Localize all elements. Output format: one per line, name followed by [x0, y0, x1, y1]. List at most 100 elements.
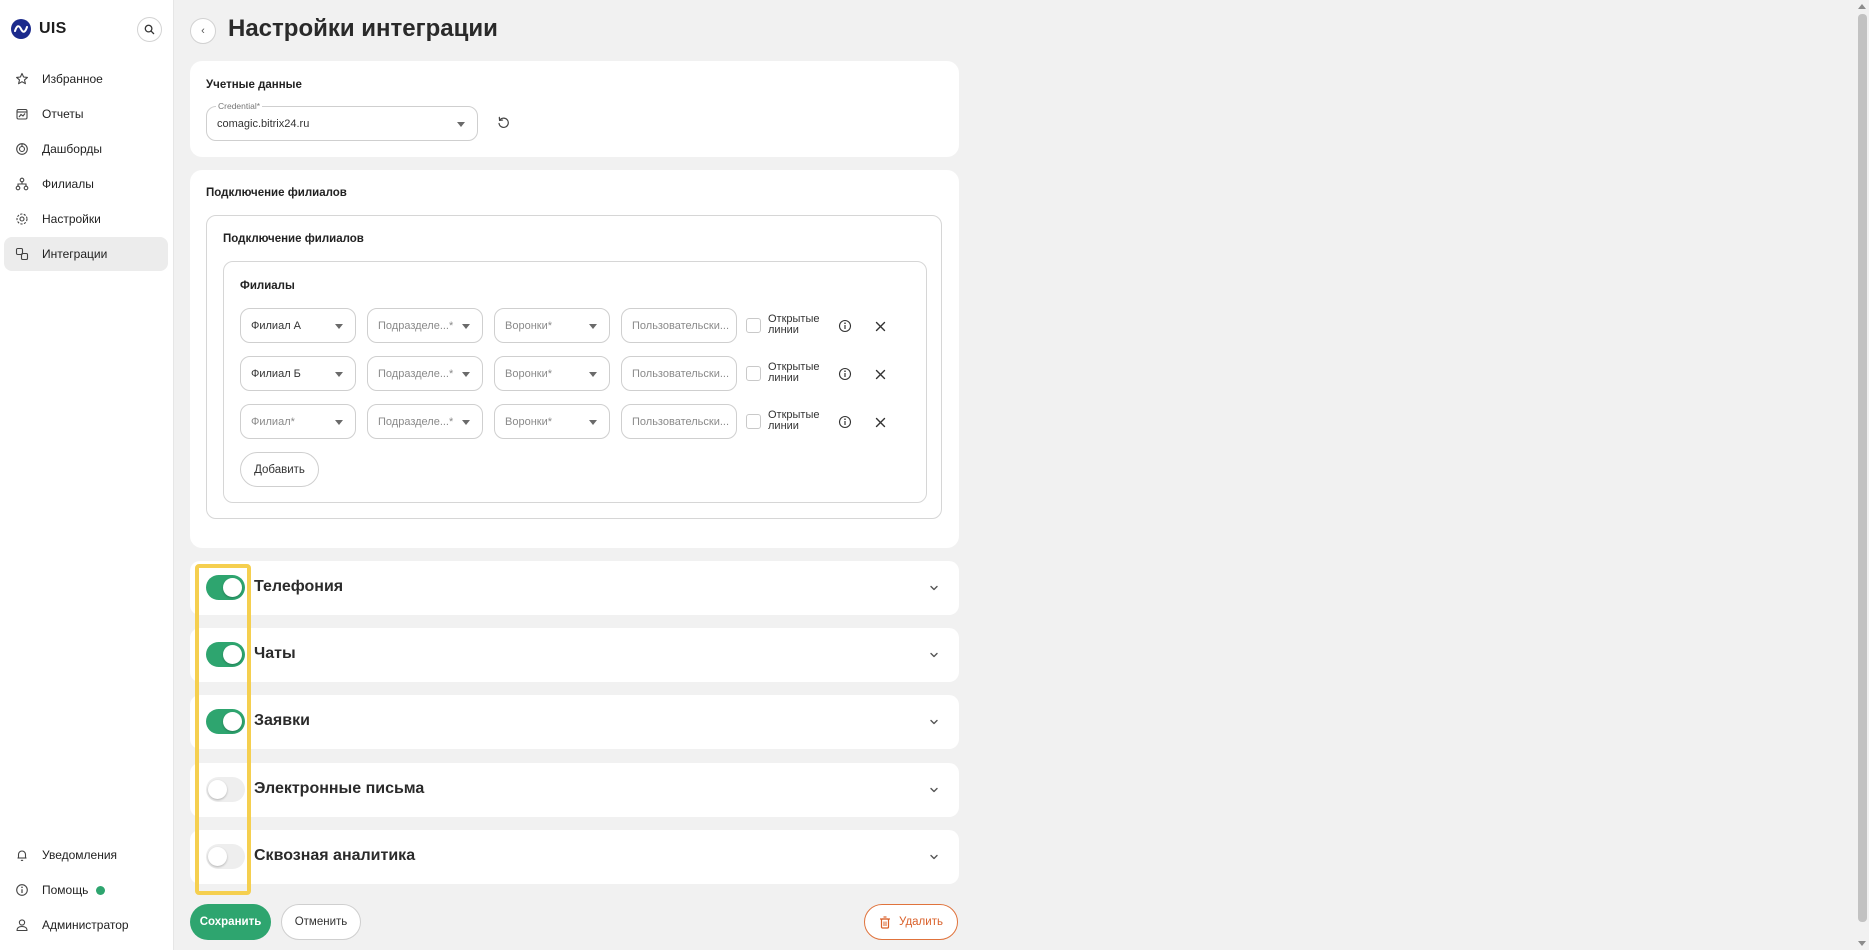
cancel-button[interactable]: Отменить — [281, 904, 361, 940]
branch-select[interactable]: Филиал Б — [240, 356, 356, 391]
info-icon — [838, 415, 852, 429]
branch-select[interactable]: Филиал А — [240, 308, 356, 343]
credential-value: comagic.bitrix24.ru — [217, 117, 310, 130]
sidebar-item-settings[interactable]: Настройки — [4, 202, 168, 236]
branch-select-value: Филиал Б — [251, 367, 301, 380]
page-scrollbar[interactable] — [1856, 0, 1869, 950]
open-lines-checkbox[interactable] — [746, 366, 761, 381]
chevron-down-icon — [335, 372, 343, 377]
scroll-up-arrow-icon[interactable] — [1858, 4, 1866, 9]
users-select[interactable]: Пользовательски... — [621, 404, 737, 439]
branches-group-title: Филиалы — [240, 280, 295, 292]
branches-group: Филиалы Филиал А Подразделе...* Воронки*… — [223, 261, 927, 503]
scroll-down-arrow-icon[interactable] — [1858, 941, 1866, 946]
chevron-down-icon — [589, 372, 597, 377]
info-button[interactable] — [837, 414, 853, 430]
remove-row-button[interactable] — [872, 414, 888, 430]
funnels-select[interactable]: Воронки* — [494, 356, 610, 391]
star-icon — [14, 71, 30, 87]
remove-row-button[interactable] — [872, 366, 888, 382]
info-button[interactable] — [837, 318, 853, 334]
sidebar-item-help[interactable]: Помощь — [4, 873, 168, 907]
search-icon — [144, 24, 155, 35]
refresh-icon — [497, 116, 509, 128]
toggles-highlight — [195, 564, 251, 895]
section-label: Телефония — [254, 578, 344, 595]
sidebar-item-label: Филиалы — [42, 177, 94, 191]
save-button[interactable]: Сохранить — [190, 904, 271, 940]
funnels-select-value: Воронки* — [505, 367, 553, 380]
info-button[interactable] — [837, 366, 853, 382]
funnels-select[interactable]: Воронки* — [494, 404, 610, 439]
bell-icon — [14, 847, 30, 863]
section-label: Сквозная аналитика — [254, 847, 416, 864]
section-label: Электронные письма — [254, 780, 425, 797]
chevron-down-icon[interactable] — [929, 717, 939, 727]
logo-icon — [11, 19, 31, 39]
close-icon — [875, 369, 885, 379]
users-select[interactable]: Пользовательски... — [621, 356, 737, 391]
sidebar-item-branches[interactable]: Филиалы — [4, 167, 168, 201]
credential-field-label: Credential* — [216, 101, 263, 111]
remove-row-button[interactable] — [872, 318, 888, 334]
section-requests[interactable]: Заявки — [190, 695, 959, 749]
back-button[interactable]: ‹ — [190, 18, 216, 44]
refresh-button[interactable] — [495, 114, 511, 130]
sidebar-item-favorites[interactable]: Избранное — [4, 62, 168, 96]
section-label: Заявки — [254, 712, 310, 729]
chevron-down-icon[interactable] — [929, 852, 939, 862]
gear-icon — [14, 211, 30, 227]
users-select[interactable]: Пользовательски... — [621, 308, 737, 343]
open-lines-checkbox[interactable] — [746, 414, 761, 429]
delete-button[interactable]: Удалить — [864, 904, 958, 940]
division-select[interactable]: Подразделе...* — [367, 404, 483, 439]
division-select-value: Подразделе...* — [378, 367, 454, 380]
users-select-value: Пользовательски... — [632, 415, 730, 428]
branch-select-value: Филиал А — [251, 319, 301, 332]
branch-select[interactable]: Филиал* — [240, 404, 356, 439]
chevron-down-icon — [462, 372, 470, 377]
users-select-value: Пользовательски... — [632, 367, 730, 380]
add-branch-button[interactable]: Добавить — [240, 452, 319, 487]
dashboard-icon — [14, 141, 30, 157]
credentials-card: Учетные данные Credential* comagic.bitri… — [190, 61, 959, 157]
section-telephony[interactable]: Телефония — [190, 561, 959, 615]
sidebar-item-label: Интеграции — [42, 247, 108, 261]
sidebar-item-reports[interactable]: Отчеты — [4, 97, 168, 131]
open-lines-checkbox[interactable] — [746, 318, 761, 333]
open-lines-label: Открытые линии — [768, 361, 820, 384]
credential-select[interactable]: Credential* comagic.bitrix24.ru — [206, 101, 478, 141]
division-select[interactable]: Подразделе...* — [367, 308, 483, 343]
sidebar-item-label: Уведомления — [42, 848, 118, 862]
logo[interactable]: UIS — [11, 19, 67, 39]
funnels-select-value: Воронки* — [505, 415, 553, 428]
sidebar: UIS Избранное Отчеты Дашборды Филиалы На… — [0, 0, 174, 950]
scrollbar-thumb[interactable] — [1858, 14, 1867, 922]
sidebar-item-integrations[interactable]: Интеграции — [4, 237, 168, 271]
section-emails[interactable]: Электронные письма — [190, 763, 959, 817]
chevron-down-icon[interactable] — [929, 785, 939, 795]
branches-card: Подключение филиалов Подключение филиало… — [190, 170, 959, 548]
branch-select-value: Филиал* — [251, 415, 295, 428]
chevron-down-icon[interactable] — [929, 583, 939, 593]
sidebar-item-administrator[interactable]: Администратор — [4, 908, 168, 942]
logo-text: UIS — [39, 20, 67, 37]
chevron-down-icon — [462, 420, 470, 425]
integrations-icon — [14, 246, 30, 262]
sidebar-item-label: Настройки — [42, 212, 101, 226]
chevron-down-icon[interactable] — [929, 650, 939, 660]
funnels-select[interactable]: Воронки* — [494, 308, 610, 343]
sidebar-item-dashboards[interactable]: Дашборды — [4, 132, 168, 166]
status-dot — [96, 885, 106, 895]
branches-card-title: Подключение филиалов — [206, 187, 347, 199]
sidebar-search-button[interactable] — [137, 17, 162, 42]
chevron-down-icon — [589, 420, 597, 425]
delete-label: Удалить — [899, 916, 943, 928]
division-select[interactable]: Подразделе...* — [367, 356, 483, 391]
trash-icon — [880, 915, 891, 929]
sidebar-item-notifications[interactable]: Уведомления — [4, 838, 168, 872]
section-end-to-end-analytics[interactable]: Сквозная аналитика — [190, 830, 959, 884]
sidebar-item-label: Дашборды — [42, 142, 102, 156]
close-icon — [875, 321, 885, 331]
section-chats[interactable]: Чаты — [190, 628, 959, 682]
